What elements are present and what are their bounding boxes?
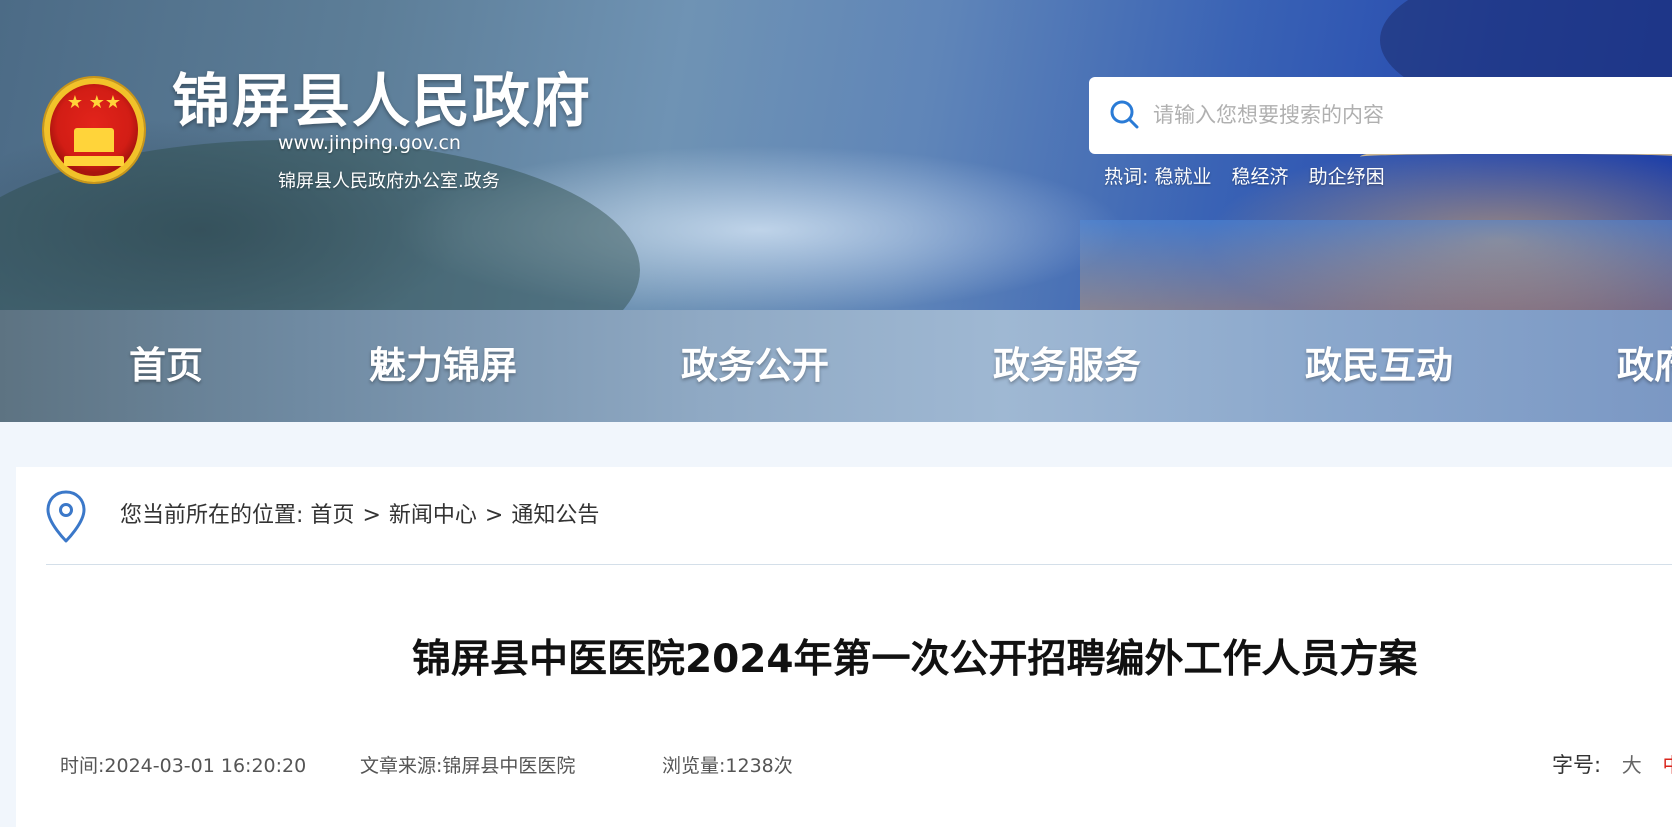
search-input[interactable] [1151,95,1651,135]
nav-item-government[interactable]: 政府 [1617,310,1672,422]
article-views: 浏览量:1238次 [662,755,793,777]
divider [46,564,1672,565]
font-size-medium-button[interactable]: 中 [1662,753,1672,777]
hotword-link[interactable]: 稳就业 [1154,166,1211,188]
site-office-line: 锦屏县人民政府办公室.政务 [278,171,500,192]
hotword-link[interactable]: 稳经济 [1232,166,1289,188]
breadcrumb-prefix: 您当前所在的位置: [120,503,304,528]
hotwords: 热词: 稳就业 稳经济 助企纾困 [1104,164,1399,190]
hotword-link[interactable]: 助企纾困 [1309,166,1385,188]
nav-item-gov-services[interactable]: 政务服务 [993,310,1141,422]
article-source: 文章来源:锦屏县中医医院 [360,755,576,777]
font-size-label: 字号: [1552,753,1602,777]
breadcrumb-home-link[interactable]: 首页 [310,503,354,528]
site-url: www.jinping.gov.cn [278,132,461,154]
breadcrumb-separator: > [484,503,504,528]
location-pin-icon [46,490,86,543]
breadcrumb-notices-link[interactable]: 通知公告 [511,503,599,528]
content-panel: 您当前所在的位置: 首页 > 新闻中心 > 通知公告 锦屏县中医医院2024年第一次公开… [16,467,1672,827]
breadcrumb-news-center-link[interactable]: 新闻中心 [389,503,477,528]
national-emblem-icon: ★ ★★ [44,78,144,182]
banner-water-decoration [1080,220,1672,310]
breadcrumb: 您当前所在的位置: 首页 > 新闻中心 > 通知公告 [120,500,599,532]
article-title: 锦屏县中医医院2024年第一次公开招聘编外工作人员方案 [412,637,1418,682]
font-size-large-button[interactable]: 大 [1622,753,1642,777]
font-size-control: 字号: 大 中 [1552,751,1672,779]
nav-item-interaction[interactable]: 政民互动 [1305,310,1453,422]
hotwords-label: 热词: [1104,166,1149,188]
site-title[interactable]: 锦屏县人民政府 [172,66,592,136]
nav-item-gov-affairs-open[interactable]: 政务公开 [681,310,829,422]
header-banner: ★ ★★ 锦屏县人民政府 www.jinping.gov.cn 锦屏县人民政府办… [0,0,1672,310]
nav-item-charm-jinping[interactable]: 魅力锦屏 [369,310,517,422]
search-icon[interactable] [1109,99,1139,129]
breadcrumb-separator: > [362,503,381,528]
article-time: 时间:2024-03-01 16:20:20 [60,755,307,777]
nav-item-home[interactable]: 首页 [129,310,203,422]
main-nav: 首页 魅力锦屏 政务公开 政务服务 政民互动 政府 [0,310,1672,422]
search-box [1089,77,1672,154]
